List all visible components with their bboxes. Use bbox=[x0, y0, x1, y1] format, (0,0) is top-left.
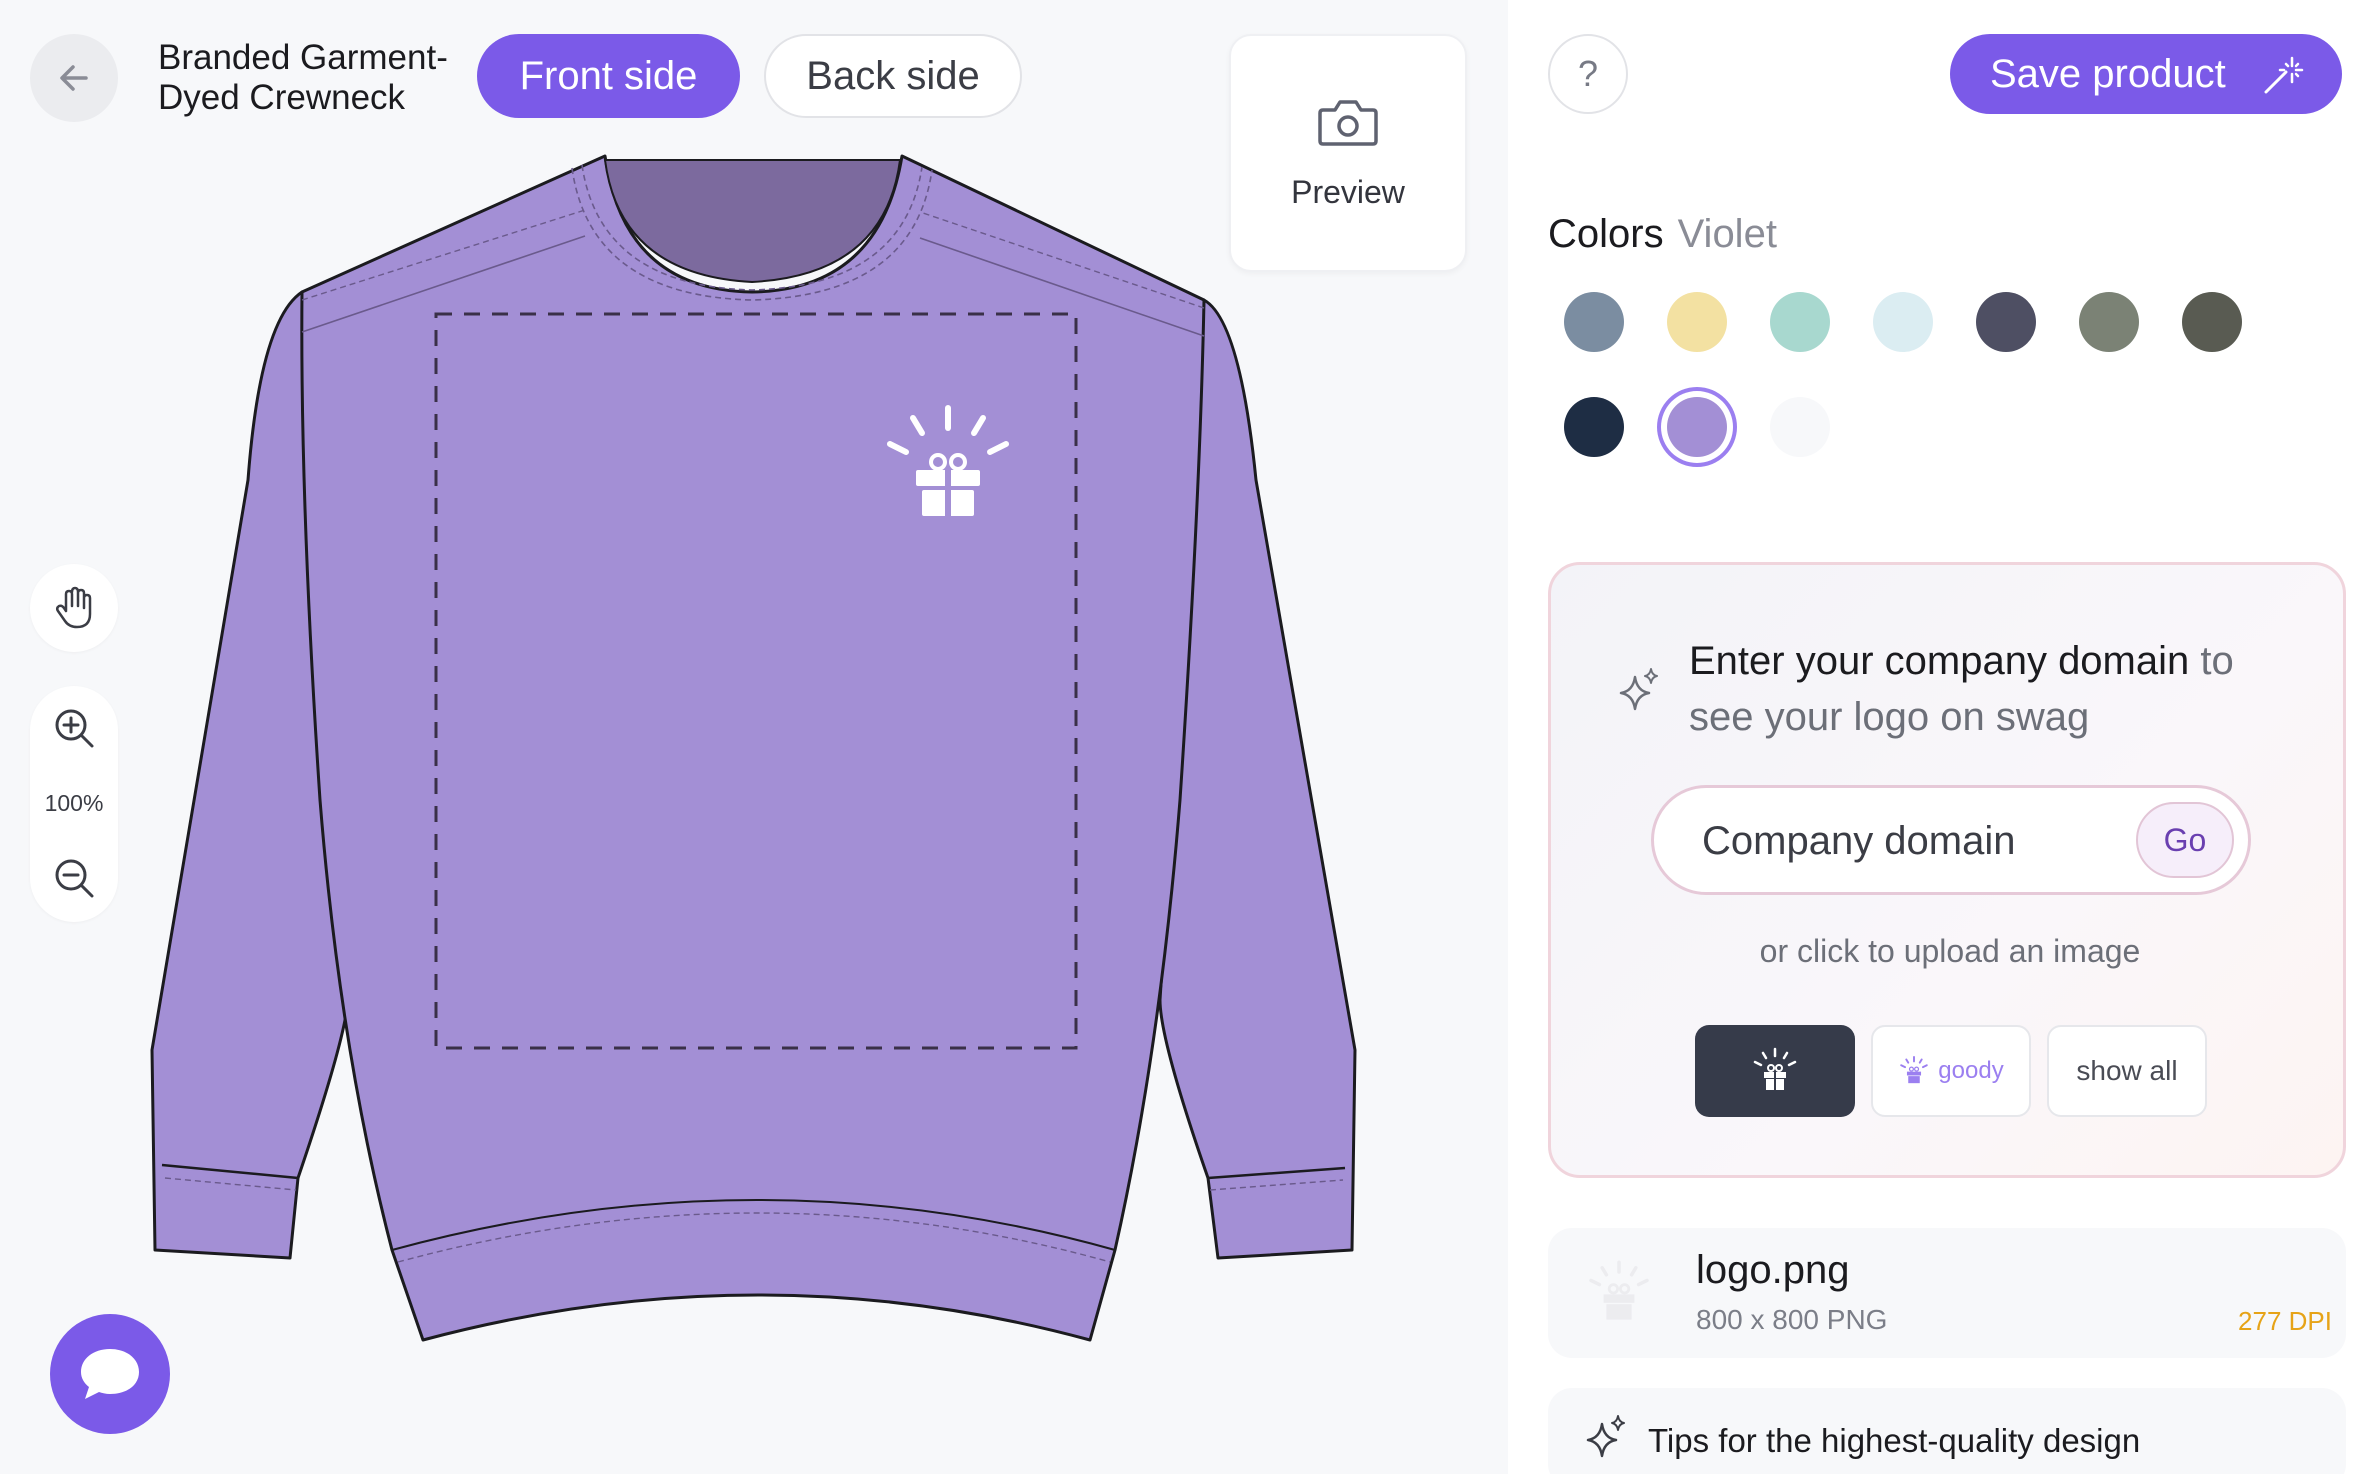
goody-label: goody bbox=[1938, 1057, 2004, 1084]
zoom-controls: 100% bbox=[30, 686, 118, 922]
sweater-mockup bbox=[150, 154, 1357, 1342]
design-tips-card[interactable]: Tips for the highest-quality design bbox=[1548, 1388, 2346, 1474]
show-all-logos-button[interactable]: show all bbox=[2047, 1025, 2207, 1117]
domain-headline-bold: Enter your company domain bbox=[1689, 639, 2190, 683]
file-meta: 800 x 800 PNG bbox=[1696, 1304, 1888, 1335]
color-swatch[interactable] bbox=[1770, 397, 1830, 457]
color-swatch[interactable] bbox=[2182, 292, 2242, 352]
gift-logo-icon bbox=[1589, 1260, 1649, 1320]
sparkle-icon bbox=[1619, 668, 1658, 711]
tab-back-side[interactable]: Back side bbox=[764, 34, 1022, 118]
color-swatch[interactable] bbox=[1667, 292, 1727, 352]
color-swatch[interactable] bbox=[1873, 292, 1933, 352]
color-swatch[interactable] bbox=[1976, 292, 2036, 352]
color-swatch[interactable] bbox=[1564, 292, 1624, 352]
uploaded-file-card[interactable]: logo.png 800 x 800 PNG 277 DPI bbox=[1548, 1228, 2346, 1358]
tips-label: Tips for the highest-quality design bbox=[1648, 1422, 2141, 1459]
color-swatch[interactable] bbox=[1770, 292, 1830, 352]
gift-logo-icon bbox=[1900, 1055, 1929, 1084]
hand-icon bbox=[55, 586, 92, 629]
upload-image-link[interactable]: or click to upload an image bbox=[1551, 933, 2349, 970]
file-name: logo.png bbox=[1696, 1248, 1850, 1292]
company-domain-card: Enter your company domain to see your lo… bbox=[1548, 562, 2346, 1178]
chat-button[interactable] bbox=[50, 1314, 170, 1434]
selected-color-name: Violet bbox=[1677, 212, 1777, 256]
chat-icon bbox=[81, 1349, 139, 1399]
domain-input-wrapper: Go bbox=[1651, 785, 2251, 895]
domain-headline: Enter your company domain to see your lo… bbox=[1689, 633, 2289, 745]
product-title: Branded Garment-Dyed Crewneck bbox=[158, 38, 448, 117]
save-product-button[interactable]: Save product bbox=[1950, 34, 2342, 114]
logo-option-gift[interactable] bbox=[1695, 1025, 1855, 1117]
save-product-label: Save product bbox=[1990, 51, 2226, 96]
design-canvas-area: Branded Garment-Dyed Crewneck Front side… bbox=[0, 0, 1508, 1474]
back-button[interactable] bbox=[30, 34, 118, 122]
gift-logo-icon bbox=[1753, 1047, 1797, 1091]
colors-heading: Colors Violet bbox=[1548, 212, 1777, 257]
arrow-left-icon bbox=[60, 65, 88, 91]
file-dpi-badge: 277 DPI bbox=[2238, 1306, 2332, 1336]
color-swatch[interactable] bbox=[1564, 397, 1624, 457]
pan-tool-button[interactable] bbox=[30, 564, 118, 652]
magic-wand-icon bbox=[2264, 56, 2304, 94]
go-button[interactable]: Go bbox=[2136, 802, 2234, 878]
color-swatch[interactable] bbox=[1667, 397, 1727, 457]
logo-option-goody[interactable]: goody bbox=[1871, 1025, 2031, 1117]
zoom-level: 100% bbox=[44, 790, 104, 816]
tab-front-side[interactable]: Front side bbox=[477, 34, 740, 118]
zoom-out-icon[interactable] bbox=[52, 856, 96, 900]
colors-label: Colors bbox=[1548, 212, 1664, 256]
help-button[interactable]: ? bbox=[1548, 34, 1628, 114]
zoom-in-icon[interactable] bbox=[52, 706, 96, 750]
customization-panel: ? Save product Colors Violet Enter your c… bbox=[1508, 0, 2380, 1474]
sparkle-icon bbox=[1586, 1415, 1625, 1458]
company-domain-input[interactable] bbox=[1702, 814, 2122, 868]
camera-icon bbox=[1318, 99, 1378, 146]
color-swatch[interactable] bbox=[2079, 292, 2139, 352]
